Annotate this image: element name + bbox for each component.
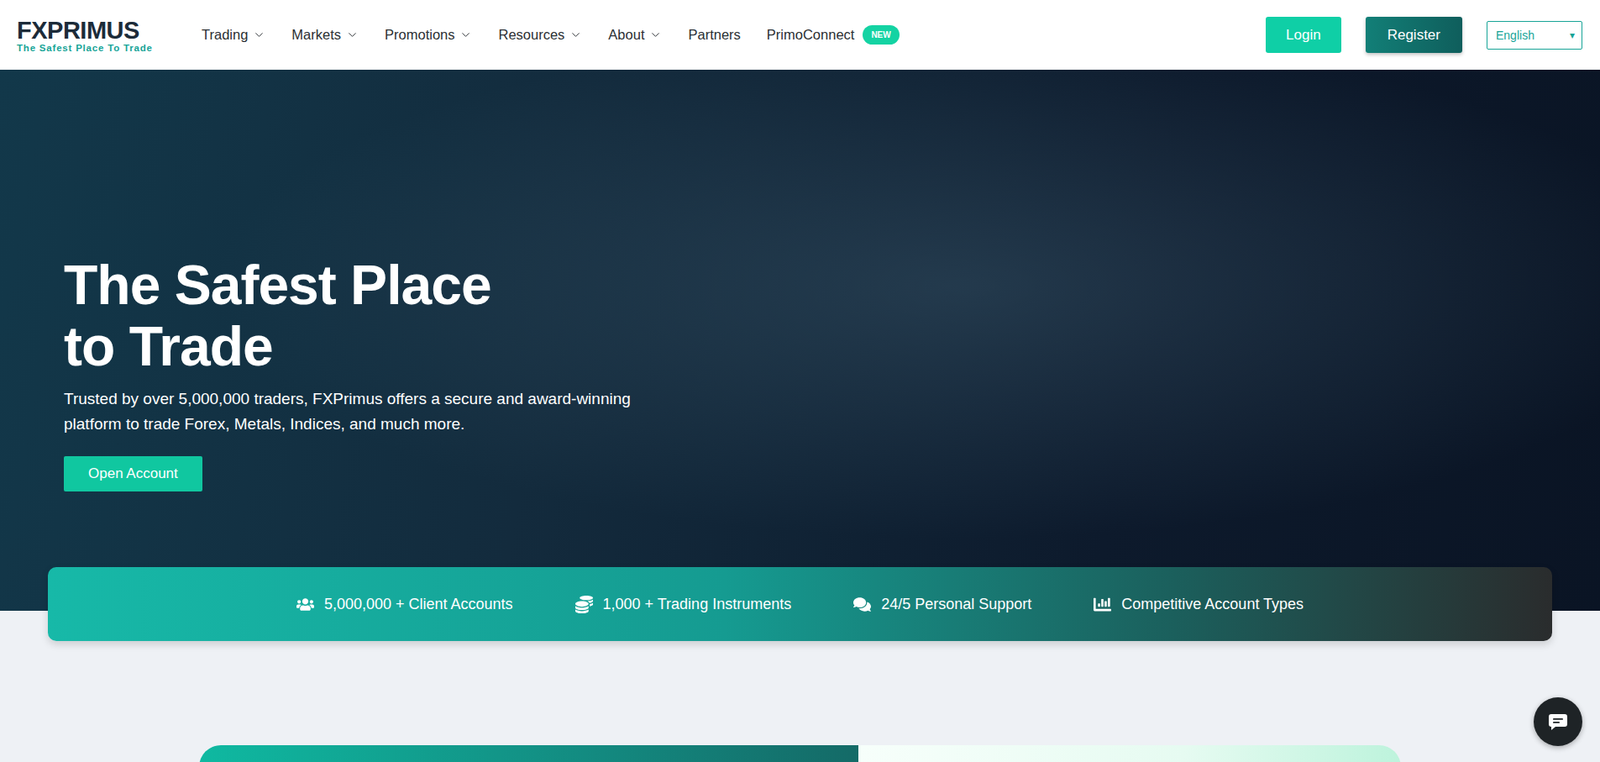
- nav-label: Markets: [291, 26, 341, 43]
- logo[interactable]: FXPRIMUSThe Safest Place To Trade: [16, 17, 152, 53]
- nav-label: About: [608, 26, 645, 43]
- stat-label: 24/5 Personal Support: [881, 595, 1032, 614]
- stats-bar: 5,000,000 + Client Accounts 1,000 + Tradi…: [47, 566, 1553, 641]
- stat-label: Competitive Account Types: [1121, 595, 1304, 614]
- open-account-button[interactable]: Open Account: [63, 456, 203, 492]
- chat-button[interactable]: [1533, 697, 1583, 746]
- chat-bubbles-icon: [853, 595, 871, 614]
- chevron-down-icon: [346, 28, 359, 42]
- chat-icon: [1547, 712, 1569, 731]
- feature-card: [199, 744, 1401, 762]
- chevron-down-icon: [649, 28, 662, 42]
- logo-tagline: The Safest Place To Trade: [16, 42, 152, 53]
- nav-item[interactable]: About: [608, 26, 662, 43]
- feature-card-right: [858, 744, 1401, 762]
- nav-label: Resources: [498, 26, 565, 43]
- login-button[interactable]: Login: [1265, 16, 1342, 53]
- nav-item[interactable]: Markets: [291, 26, 359, 43]
- hero-title-line: The Safest Place: [63, 254, 1600, 316]
- stat-item: 24/5 Personal Support: [853, 595, 1032, 614]
- coins-icon: [575, 595, 593, 614]
- stats-wrap: 5,000,000 + Client Accounts 1,000 + Tradi…: [0, 566, 1600, 641]
- register-button[interactable]: Register: [1365, 16, 1463, 53]
- logo-text: FXPRIMUS: [16, 17, 152, 43]
- nav-item[interactable]: Partners: [687, 26, 740, 43]
- hero-title-line: to Trade: [63, 315, 1600, 378]
- chevron-down-icon: [569, 28, 583, 42]
- users-icon: [296, 595, 315, 614]
- nav-label: Partners: [687, 26, 740, 43]
- chevron-down-icon: [252, 28, 266, 42]
- header-actions: Login Register English ▾: [1265, 16, 1583, 53]
- hero-title: The Safest Placeto Trade: [63, 254, 1600, 378]
- header: FXPRIMUSThe Safest Place To Trade Trading…: [0, 0, 1600, 70]
- nav-item[interactable]: PrimoConnect NEW: [766, 25, 900, 45]
- hero-subtitle: Trusted by over 5,000,000 traders, FXPri…: [63, 386, 635, 437]
- bar-chart-icon: [1093, 595, 1112, 614]
- language-select[interactable]: English ▾: [1486, 20, 1583, 50]
- stat-item: 1,000 + Trading Instruments: [575, 595, 793, 614]
- main-nav: Trading Markets Promotions Resources About Pa…: [201, 25, 900, 45]
- stat-item: 5,000,000 + Client Accounts: [296, 595, 514, 614]
- stat-label: 5,000,000 + Client Accounts: [324, 595, 514, 614]
- hero: The Safest Placeto Trade Trusted by over …: [0, 69, 1600, 611]
- nav-item[interactable]: Resources: [498, 26, 583, 43]
- language-value: English: [1495, 28, 1535, 42]
- feature-card-left: [199, 744, 859, 762]
- dropdown-arrow-icon: ▾: [1569, 29, 1575, 42]
- new-badge: NEW: [862, 25, 899, 45]
- nav-label: Trading: [201, 26, 248, 43]
- page: FXPRIMUSThe Safest Place To Trade Trading…: [0, 0, 1600, 762]
- stat-item: Competitive Account Types: [1093, 595, 1304, 614]
- stat-label: 1,000 + Trading Instruments: [603, 595, 793, 614]
- chevron-down-icon: [459, 28, 473, 42]
- nav-item[interactable]: Promotions: [384, 26, 473, 43]
- nav-label: Promotions: [384, 26, 455, 43]
- nav-item[interactable]: Trading: [201, 26, 266, 43]
- nav-label: PrimoConnect: [766, 26, 856, 43]
